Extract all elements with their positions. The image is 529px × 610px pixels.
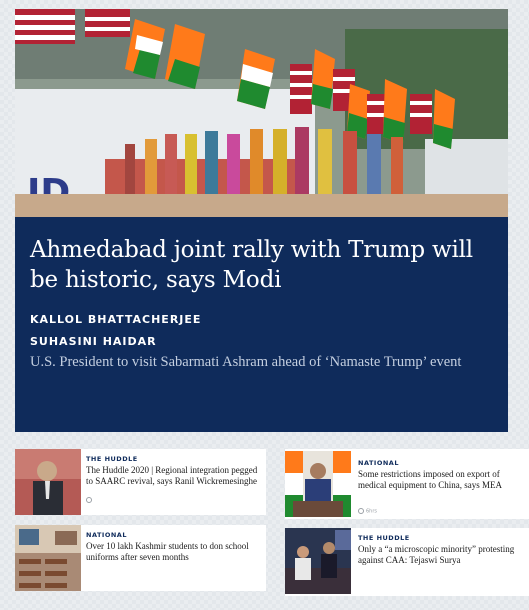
- story-headline[interactable]: The Huddle 2020 | Regional integration p…: [86, 465, 264, 487]
- story-thumbnail[interactable]: [15, 449, 81, 515]
- story-thumbnail[interactable]: [285, 451, 351, 517]
- story-category[interactable]: THE HUDDLE: [358, 534, 410, 542]
- story-thumbnail[interactable]: [15, 525, 81, 591]
- story-card[interactable]: THE HUDDLE Only a “a microscopic minorit…: [285, 528, 529, 596]
- author-name[interactable]: KALLOL BHATTACHERJEE: [30, 313, 201, 326]
- story-card[interactable]: NATIONAL Over 10 lakh Kashmir students t…: [15, 525, 266, 591]
- author-name[interactable]: SUHASINI HAIDAR: [30, 335, 157, 348]
- story-category[interactable]: THE HUDDLE: [86, 455, 138, 463]
- clock-icon: [358, 508, 364, 514]
- story-card[interactable]: THE HUDDLE The Huddle 2020 | Regional in…: [15, 449, 266, 515]
- story-time: 6hrs: [366, 508, 378, 515]
- featured-story[interactable]: ID Ahmedabad joint rally with Trump will…: [15, 9, 508, 432]
- featured-headline[interactable]: Ahmedabad joint rally with Trump will be…: [30, 235, 495, 295]
- story-headline[interactable]: Some restrictions imposed on export of m…: [358, 469, 526, 491]
- story-card[interactable]: NATIONAL Some restrictions imposed on ex…: [285, 449, 529, 519]
- featured-summary: U.S. President to visit Sabarmati Ashram…: [30, 354, 462, 370]
- story-category[interactable]: NATIONAL: [358, 459, 399, 467]
- clock-icon: [86, 497, 94, 504]
- story-headline[interactable]: Only a “a microscopic minority” protesti…: [358, 544, 526, 566]
- story-category[interactable]: NATIONAL: [86, 531, 127, 539]
- story-thumbnail[interactable]: [285, 528, 351, 594]
- story-headline[interactable]: Over 10 lakh Kashmir students to don sch…: [86, 541, 264, 563]
- featured-image[interactable]: ID: [15, 9, 508, 217]
